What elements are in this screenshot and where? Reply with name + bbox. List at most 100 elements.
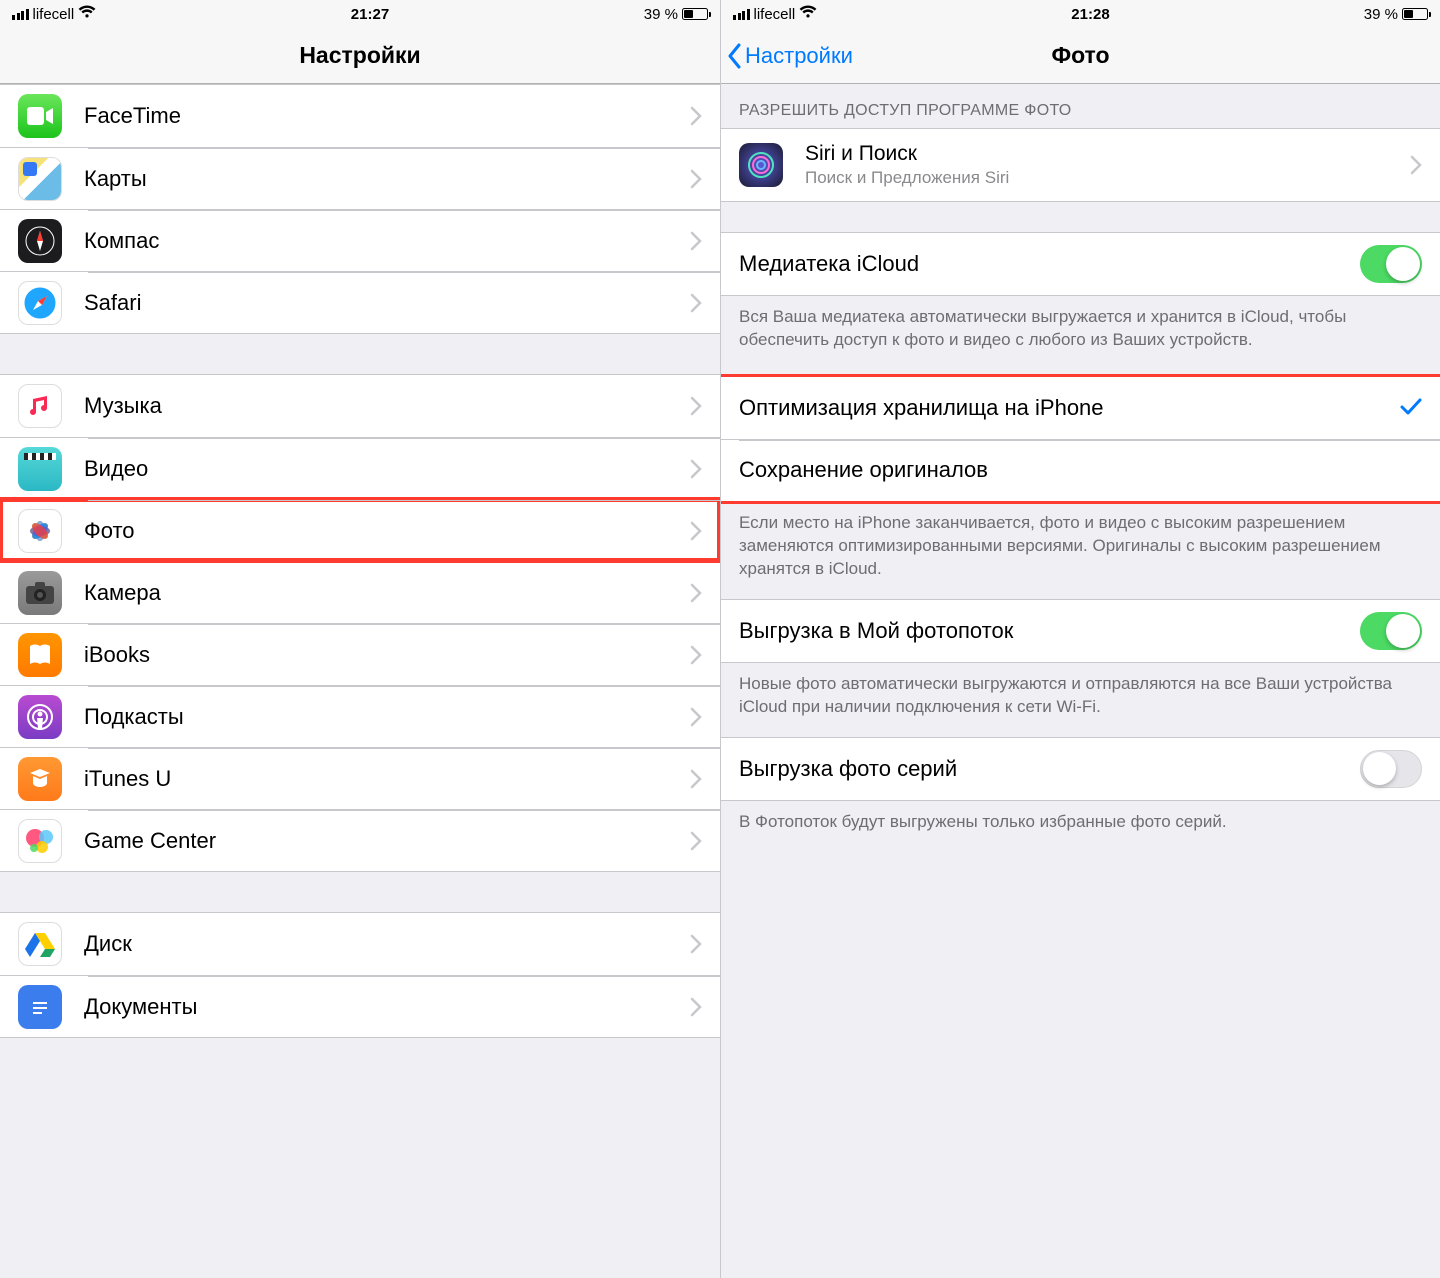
settings-item-label: Камера — [84, 580, 690, 606]
back-label: Настройки — [745, 43, 853, 69]
settings-item-label: FaceTime — [84, 103, 690, 129]
chevron-right-icon — [690, 934, 702, 954]
battery-icon — [1402, 8, 1428, 20]
music-icon — [18, 384, 62, 428]
settings-item-label: Карты — [84, 166, 690, 192]
chevron-right-icon — [690, 459, 702, 479]
settings-item-label: Видео — [84, 456, 690, 482]
back-button[interactable]: Настройки — [721, 43, 853, 69]
camera-icon — [18, 571, 62, 615]
icloud-footer: Вся Ваша медиатека автоматически выгружа… — [721, 296, 1440, 370]
settings-item-maps[interactable]: Карты — [0, 147, 720, 209]
battery-percent: 39 % — [644, 6, 678, 23]
settings-item-drive[interactable]: Диск — [0, 913, 720, 975]
clock: 21:27 — [96, 6, 644, 23]
googledrive-icon — [18, 922, 62, 966]
clock: 21:28 — [817, 6, 1364, 23]
settings-item-gamecenter[interactable]: Game Center — [0, 809, 720, 871]
podcasts-icon — [18, 695, 62, 739]
nav-bar: Настройки Фото — [721, 28, 1440, 84]
chevron-right-icon — [690, 831, 702, 851]
settings-item-safari[interactable]: Safari — [0, 271, 720, 333]
siri-search-row[interactable]: Siri и Поиск Поиск и Предложения Siri — [721, 129, 1440, 201]
icloud-library-row[interactable]: Медиатека iCloud — [721, 233, 1440, 295]
settings-item-label: Диск — [84, 931, 690, 957]
chevron-right-icon — [690, 769, 702, 789]
chevron-right-icon — [690, 396, 702, 416]
photostream-toggle[interactable] — [1360, 612, 1422, 650]
status-bar: lifecell 21:28 39 % — [721, 0, 1440, 28]
keep-originals-label: Сохранение оригиналов — [739, 457, 1422, 483]
wifi-icon — [78, 5, 96, 23]
optimize-footer: Если место на iPhone заканчивается, фото… — [721, 502, 1440, 599]
googledocs-icon — [18, 985, 62, 1029]
siri-title: Siri и Поиск — [805, 142, 1410, 166]
settings-item-compass[interactable]: Компас — [0, 209, 720, 271]
video-icon — [18, 447, 62, 491]
settings-item-label: Подкасты — [84, 704, 690, 730]
settings-item-camera[interactable]: Камера — [0, 561, 720, 623]
status-bar: lifecell 21:27 39 % — [0, 0, 720, 28]
settings-item-podcasts[interactable]: Подкасты — [0, 685, 720, 747]
keep-originals-row[interactable]: Сохранение оригиналов — [721, 439, 1440, 501]
settings-item-label: Фото — [84, 518, 690, 544]
screenshot-photos-settings: lifecell 21:28 39 % Настройки Фото РАЗРЕ… — [720, 0, 1440, 1278]
chevron-right-icon — [690, 583, 702, 603]
safari-icon — [18, 281, 62, 325]
chevron-right-icon — [690, 645, 702, 665]
settings-item-label: Компас — [84, 228, 690, 254]
settings-item-music[interactable]: Музыка — [0, 375, 720, 437]
settings-item-label: iBooks — [84, 642, 690, 668]
battery-percent: 39 % — [1364, 6, 1398, 23]
chevron-right-icon — [690, 231, 702, 251]
settings-item-label: Safari — [84, 290, 690, 316]
carrier-label: lifecell — [754, 6, 796, 23]
burst-upload-row[interactable]: Выгрузка фото серий — [721, 738, 1440, 800]
chevron-right-icon — [690, 521, 702, 541]
settings-item-docs[interactable]: Документы — [0, 975, 720, 1037]
gamecenter-icon — [18, 819, 62, 863]
screenshot-settings-list: lifecell 21:27 39 % Настройки FaceTime — [0, 0, 720, 1278]
photostream-label: Выгрузка в Мой фотопоток — [739, 618, 1360, 644]
burst-footer: В Фотопоток будут выгружены только избра… — [721, 801, 1440, 852]
chevron-right-icon — [690, 293, 702, 313]
nav-bar: Настройки — [0, 28, 720, 84]
siri-subtitle: Поиск и Предложения Siri — [805, 168, 1410, 188]
section-header-access: РАЗРЕШИТЬ ДОСТУП ПРОГРАММЕ ФОТО — [721, 84, 1440, 128]
settings-item-label: Game Center — [84, 828, 690, 854]
chevron-right-icon — [690, 106, 702, 126]
checkmark-icon — [1400, 392, 1422, 423]
settings-item-video[interactable]: Видео — [0, 437, 720, 499]
battery-icon — [682, 8, 708, 20]
siri-icon — [739, 143, 783, 187]
burst-upload-label: Выгрузка фото серий — [739, 756, 1360, 782]
settings-item-ibooks[interactable]: iBooks — [0, 623, 720, 685]
burst-upload-toggle[interactable] — [1360, 750, 1422, 788]
page-title: Настройки — [0, 42, 720, 69]
photostream-footer: Новые фото автоматически выгружаются и о… — [721, 663, 1440, 737]
optimize-storage-row[interactable]: Оптимизация хранилища на iPhone — [721, 377, 1440, 439]
chevron-right-icon — [1410, 155, 1422, 175]
chevron-right-icon — [690, 997, 702, 1017]
settings-item-label: iTunes U — [84, 766, 690, 792]
icloud-library-toggle[interactable] — [1360, 245, 1422, 283]
itunesu-icon — [18, 757, 62, 801]
photostream-row[interactable]: Выгрузка в Мой фотопоток — [721, 600, 1440, 662]
ibooks-icon — [18, 633, 62, 677]
photos-icon — [18, 509, 62, 553]
settings-item-facetime[interactable]: FaceTime — [0, 85, 720, 147]
signal-icon — [12, 9, 29, 20]
icloud-library-label: Медиатека iCloud — [739, 251, 1360, 277]
settings-item-itunesu[interactable]: iTunes U — [0, 747, 720, 809]
chevron-right-icon — [690, 707, 702, 727]
settings-item-photos[interactable]: Фото — [0, 499, 720, 561]
settings-item-label: Музыка — [84, 393, 690, 419]
settings-item-label: Документы — [84, 994, 690, 1020]
chevron-right-icon — [690, 169, 702, 189]
compass-icon — [18, 219, 62, 263]
signal-icon — [733, 9, 750, 20]
maps-icon — [18, 157, 62, 201]
optimize-storage-label: Оптимизация хранилища на iPhone — [739, 395, 1400, 421]
facetime-icon — [18, 94, 62, 138]
wifi-icon — [799, 5, 817, 23]
